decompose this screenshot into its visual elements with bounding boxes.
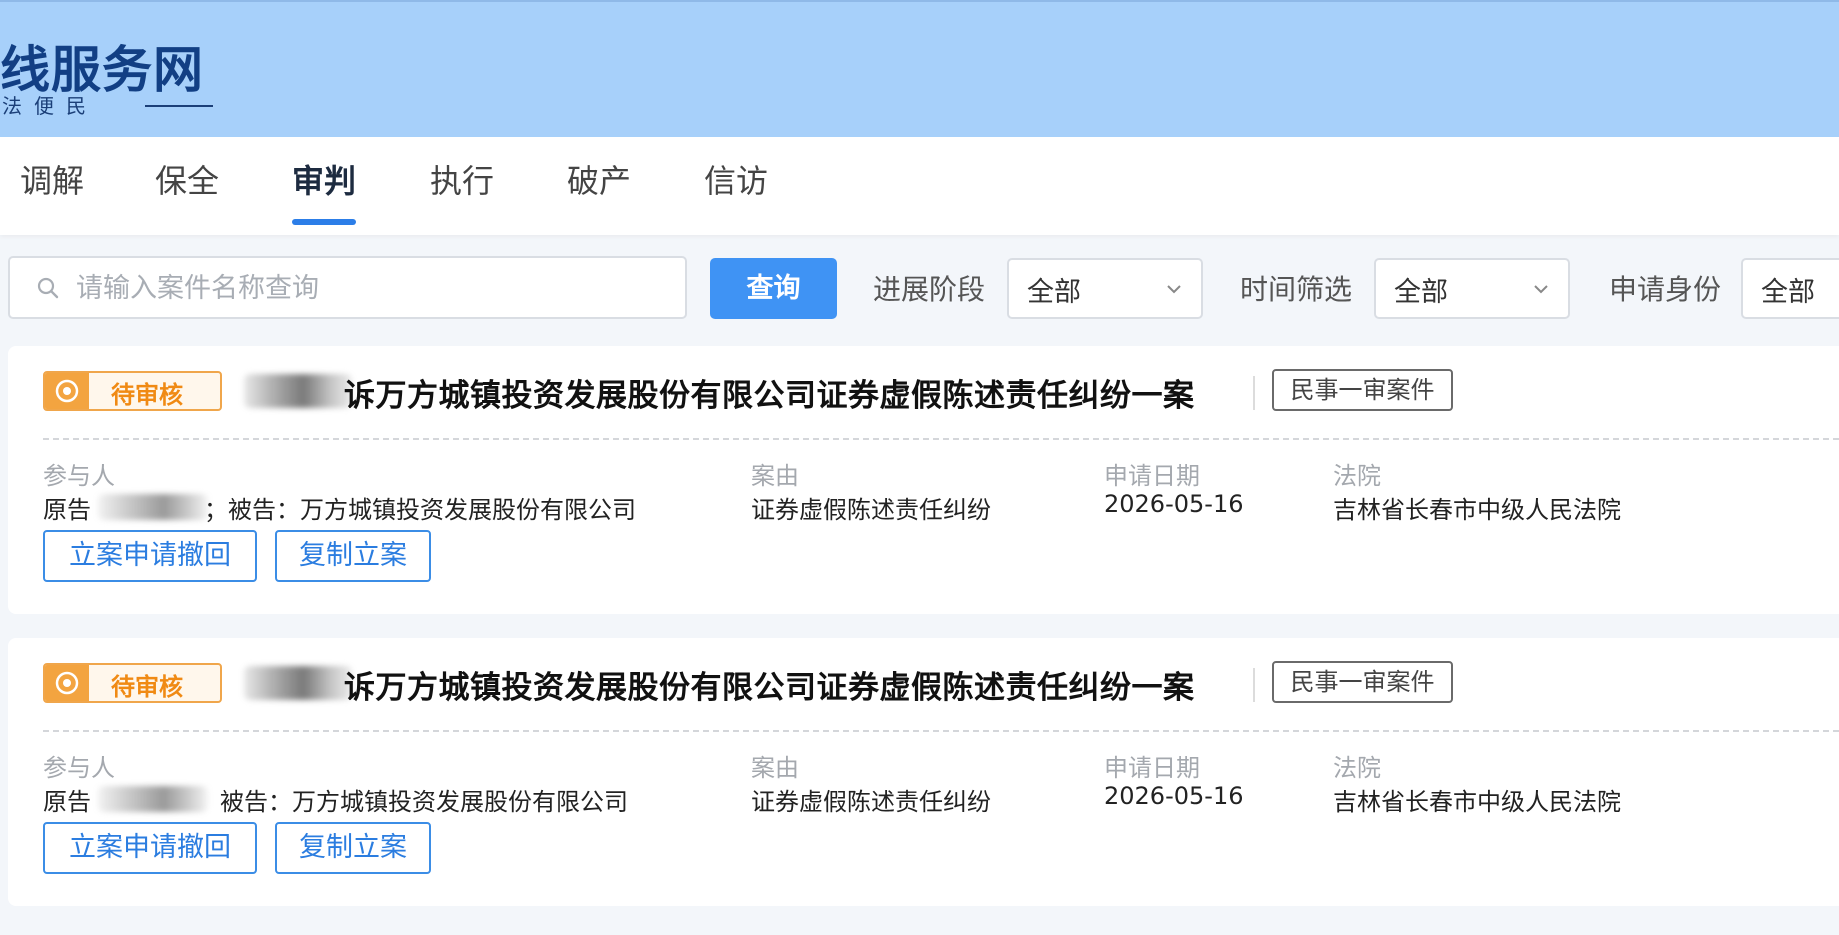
status-text: 待审核 <box>111 381 183 409</box>
participants-label: 参与人 <box>43 462 115 490</box>
case-card: 待审核 诉万方城镇投资发展股份有限公司证券虚假陈述责任纠纷一案 民事一审案件 参… <box>8 346 1839 614</box>
tab-trial[interactable]: 审判 <box>292 137 357 235</box>
stage-select-value: 全部 <box>1027 277 1081 308</box>
stage-filter-label: 进展阶段 <box>873 273 986 306</box>
apply-date: 2026-05-16 <box>1104 490 1244 518</box>
date-label: 申请日期 <box>1104 462 1200 490</box>
time-select[interactable]: 全部 <box>1374 258 1570 319</box>
card-divider <box>43 730 1839 732</box>
withdraw-filing-button[interactable]: 立案申请撤回 <box>43 530 257 582</box>
redacted-plaintiff <box>98 786 208 812</box>
search-icon <box>37 277 59 299</box>
tab-mediation[interactable]: 调解 <box>20 137 84 235</box>
category-tabs: 调解 保全 审判 执行 破产 信访 <box>0 137 1839 235</box>
pending-icon <box>55 671 79 695</box>
site-subtitle: 司法便民 <box>0 94 98 118</box>
status-text: 待审核 <box>111 673 183 701</box>
apply-date: 2026-05-16 <box>1104 782 1244 810</box>
identity-select-value: 全部 <box>1761 277 1815 308</box>
site-header: 线服务网 司法便民 <box>0 0 1839 137</box>
copy-filing-button[interactable]: 复制立案 <box>275 822 431 874</box>
case-type-tag: 民事一审案件 <box>1272 369 1453 411</box>
court-name: 吉林省长春市中级人民法院 <box>1333 496 1621 524</box>
redacted-plaintiff-name <box>244 666 352 700</box>
status-badge: 待审核 <box>43 663 222 703</box>
participants-label: 参与人 <box>43 754 115 782</box>
subtitle-divider <box>145 105 213 107</box>
plaintiff-label: 原告 <box>43 788 91 816</box>
date-label: 申请日期 <box>1104 754 1200 782</box>
case-cause: 证券虚假陈述责任纠纷 <box>751 788 991 816</box>
tab-execution[interactable]: 执行 <box>430 137 494 235</box>
court-label: 法院 <box>1333 462 1381 490</box>
title-divider <box>1253 376 1255 410</box>
case-cause: 证券虚假陈述责任纠纷 <box>751 496 991 524</box>
case-title[interactable]: 诉万方城镇投资发展股份有限公司证券虚假陈述责任纠纷一案 <box>344 662 1195 707</box>
card-divider <box>43 438 1839 440</box>
plaintiff-label: 原告 <box>43 496 91 524</box>
cause-label: 案由 <box>751 462 799 490</box>
defendant-text: 被告：万方城镇投资发展股份有限公司 <box>220 788 628 816</box>
copy-filing-button[interactable]: 复制立案 <box>275 530 431 582</box>
time-select-value: 全部 <box>1394 277 1448 308</box>
stage-select[interactable]: 全部 <box>1007 258 1203 319</box>
withdraw-filing-button[interactable]: 立案申请撤回 <box>43 822 257 874</box>
court-name: 吉林省长春市中级人民法院 <box>1333 788 1621 816</box>
pending-icon <box>55 379 79 403</box>
case-type-tag: 民事一审案件 <box>1272 661 1453 703</box>
defendant-text: ；被告：万方城镇投资发展股份有限公司 <box>204 496 636 524</box>
redacted-plaintiff <box>98 494 208 520</box>
court-label: 法院 <box>1333 754 1381 782</box>
tab-bankruptcy[interactable]: 破产 <box>567 137 631 235</box>
status-badge: 待审核 <box>43 371 222 411</box>
query-button[interactable]: 查询 <box>710 258 837 319</box>
search-box <box>8 256 687 319</box>
identity-filter-label: 申请身份 <box>1609 273 1722 306</box>
search-input[interactable] <box>76 266 666 310</box>
title-divider <box>1253 668 1255 702</box>
identity-select[interactable]: 全部 <box>1741 258 1839 319</box>
chevron-down-icon <box>1167 285 1181 294</box>
redacted-plaintiff-name <box>244 374 352 408</box>
tab-preservation[interactable]: 保全 <box>155 137 219 235</box>
time-filter-label: 时间筛选 <box>1240 273 1353 306</box>
case-title[interactable]: 诉万方城镇投资发展股份有限公司证券虚假陈述责任纠纷一案 <box>344 370 1195 415</box>
chevron-down-icon <box>1534 285 1548 294</box>
case-card: 待审核 诉万方城镇投资发展股份有限公司证券虚假陈述责任纠纷一案 民事一审案件 参… <box>8 638 1839 906</box>
active-tab-indicator <box>292 219 357 225</box>
cause-label: 案由 <box>751 754 799 782</box>
tab-petition[interactable]: 信访 <box>704 137 768 235</box>
